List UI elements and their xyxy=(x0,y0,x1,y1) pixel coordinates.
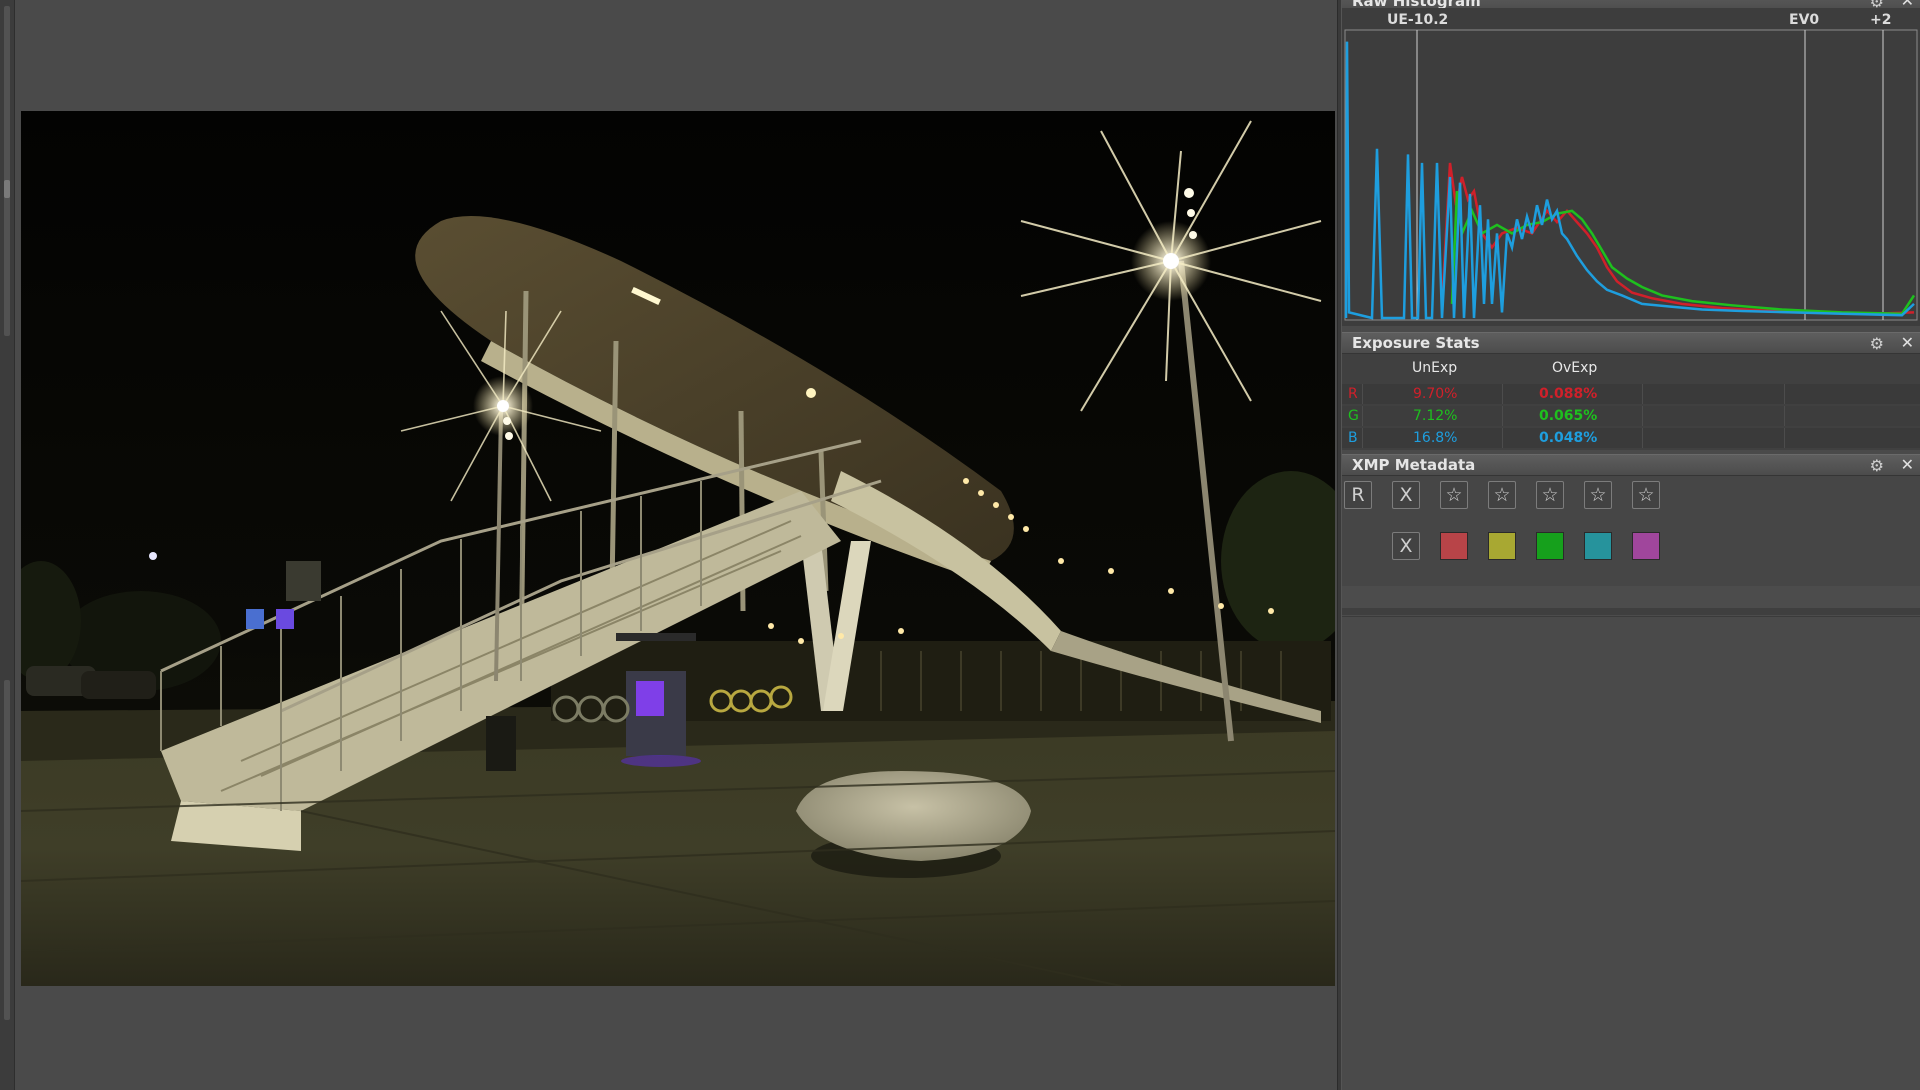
color-label-green[interactable] xyxy=(1536,532,1564,560)
star-3-button[interactable]: ☆ xyxy=(1536,481,1564,509)
stats-empty-cell xyxy=(1784,406,1920,426)
right-panel: Raw Histogram ⚙ ✕ UE-10.2 EV0 +2 Exposur… xyxy=(1342,0,1920,1090)
photo-preview[interactable] xyxy=(21,111,1335,986)
star-5-button[interactable]: ☆ xyxy=(1632,481,1660,509)
histogram-series-blue xyxy=(1344,41,1915,320)
stats-empty-cell xyxy=(1784,384,1920,404)
exposure-stats-table: UnExp OvExp R 9.70% 0.088% G 7.12% 0.065… xyxy=(1342,354,1920,450)
col-unexp-header: UnExp xyxy=(1412,360,1458,376)
unexp-value: 7.12% xyxy=(1362,406,1502,426)
star-2-button[interactable]: ☆ xyxy=(1488,481,1516,509)
stats-row-green: G 7.12% 0.065% xyxy=(1342,406,1920,426)
color-label-yellow[interactable] xyxy=(1488,532,1516,560)
stats-empty-cell xyxy=(1784,428,1920,448)
left-scroll-strip xyxy=(0,0,15,1090)
stats-empty-cell xyxy=(1642,384,1784,404)
xmp-metadata-title: XMP Metadata xyxy=(1352,456,1476,474)
exposure-stats-title: Exposure Stats xyxy=(1352,334,1480,352)
raw-histogram: UE-10.2 EV0 +2 xyxy=(1342,8,1920,326)
unexp-value: 16.8% xyxy=(1362,428,1502,448)
channel-label: B xyxy=(1348,430,1358,446)
unexp-value: 9.70% xyxy=(1362,384,1502,404)
xmp-metadata-body: R X ☆ ☆ ☆ ☆ ☆ X xyxy=(1342,476,1920,586)
star-4-button[interactable]: ☆ xyxy=(1584,481,1612,509)
stats-row-blue: B 16.8% 0.048% xyxy=(1342,428,1920,448)
close-icon[interactable]: ✕ xyxy=(1901,333,1914,353)
clear-color-label-button[interactable]: X xyxy=(1392,532,1420,560)
ovexp-value: 0.088% xyxy=(1502,384,1642,404)
stats-empty-cell xyxy=(1642,428,1784,448)
night-scene-image xyxy=(21,111,1335,986)
xmp-metadata-header[interactable]: XMP Metadata ⚙ ✕ xyxy=(1342,454,1920,476)
histogram-frame xyxy=(1344,29,1918,321)
xmp-footer-separator xyxy=(1342,608,1920,615)
image-viewer xyxy=(15,0,1337,1090)
clear-rating-button[interactable]: X xyxy=(1392,481,1420,509)
ovexp-value: 0.048% xyxy=(1502,428,1642,448)
histogram-series-green xyxy=(1450,190,1916,316)
gear-icon[interactable]: ⚙ xyxy=(1870,334,1884,354)
upper-scroll-thumb[interactable] xyxy=(4,180,10,198)
gear-icon[interactable]: ⚙ xyxy=(1870,456,1884,476)
col-ovexp-header: OvExp xyxy=(1552,360,1598,376)
color-label-teal[interactable] xyxy=(1584,532,1612,560)
reject-button[interactable]: R xyxy=(1344,481,1372,509)
ovexp-value: 0.065% xyxy=(1502,406,1642,426)
exposure-stats-header[interactable]: Exposure Stats ⚙ ✕ xyxy=(1342,332,1920,354)
channel-label: G xyxy=(1348,408,1359,424)
channel-label: R xyxy=(1348,386,1358,402)
stats-row-red: R 9.70% 0.088% xyxy=(1342,384,1920,404)
color-label-red[interactable] xyxy=(1440,532,1468,560)
star-1-button[interactable]: ☆ xyxy=(1440,481,1468,509)
color-label-purple[interactable] xyxy=(1632,532,1660,560)
stats-empty-cell xyxy=(1642,406,1784,426)
lower-scroll-track[interactable] xyxy=(4,680,10,1020)
upper-scroll-track[interactable] xyxy=(4,6,10,336)
close-icon[interactable]: ✕ xyxy=(1901,455,1914,475)
histogram-plot xyxy=(1344,29,1918,321)
